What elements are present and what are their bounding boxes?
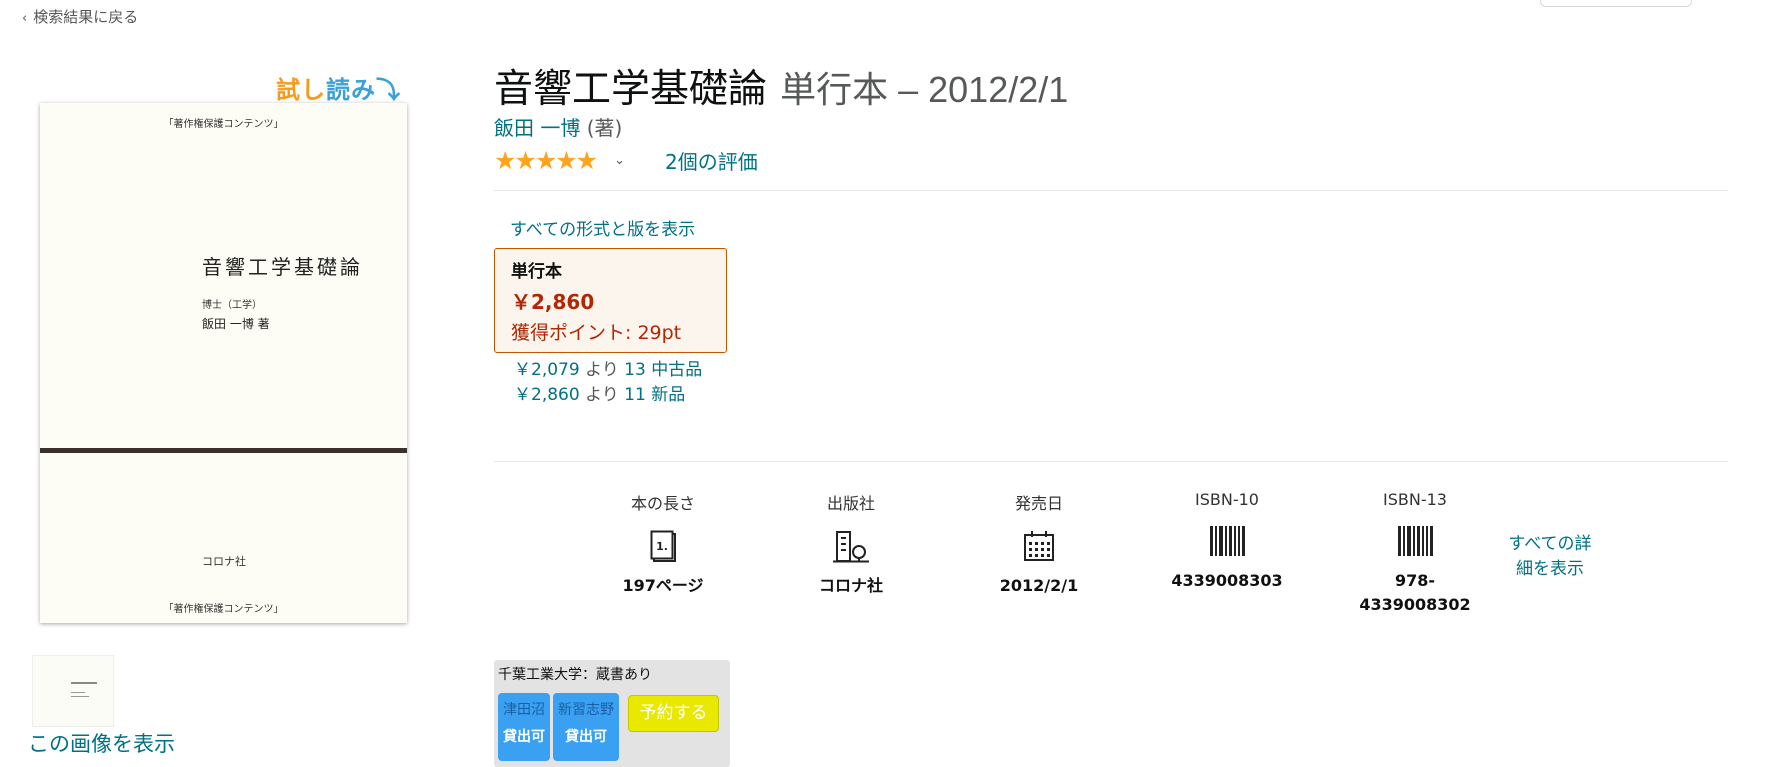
chevron-down-icon[interactable]: ⌄	[614, 153, 625, 168]
cover-title: 音響工学基礎論	[202, 255, 363, 279]
offer-new[interactable]: ￥2,860 より 11 新品	[514, 383, 702, 408]
offer-from: より	[585, 385, 619, 405]
detail-value: 197ページ	[622, 576, 704, 595]
divider	[494, 190, 1728, 191]
branch-name: 新習志野	[558, 702, 614, 718]
publisher-building-icon	[771, 528, 931, 564]
calendar-icon	[959, 528, 1119, 564]
detail-isbn13: ISBN-13 978- 4339008302	[1335, 490, 1495, 617]
see-all-line: 細を表示	[1516, 559, 1584, 579]
see-all-details-link[interactable]: すべての詳 細を表示	[1500, 532, 1600, 582]
cover-thumbnail[interactable]	[32, 655, 114, 727]
book-cover-image[interactable]: 「著作権保護コンテンツ」 音響工学基礎論 博士（工学） 飯田 一博 著 コロナ社…	[40, 103, 407, 623]
look-inside-part1: 試し	[276, 76, 326, 104]
rating-row: ★★★★★ ⌄ 2個の評価	[494, 146, 758, 175]
detail-label: 発売日	[1014, 494, 1063, 513]
detail-value: 4339008303	[1171, 571, 1283, 590]
thumbnail-mark	[71, 682, 97, 684]
svg-text:1.: 1.	[656, 540, 668, 553]
cover-bottom-text: 「著作権保護コンテンツ」	[163, 604, 284, 615]
reserve-button[interactable]: 予約する	[628, 695, 719, 732]
offer-price[interactable]: ￥2,860	[514, 385, 580, 405]
look-inside-arrow-icon: ⤵	[376, 76, 401, 104]
branch-name: 津田沼	[503, 702, 545, 718]
offer-price[interactable]: ￥2,079	[514, 360, 580, 380]
thumbnail-mark	[71, 696, 89, 697]
author-byline: 飯田 一博 (著)	[494, 112, 622, 141]
look-inside-part2: 読み	[326, 76, 376, 104]
top-right-dropdown[interactable]	[1540, 0, 1692, 7]
star-rating-icon[interactable]: ★★★★★	[494, 148, 598, 173]
chevron-left-icon: ‹	[22, 11, 28, 26]
detail-value-line: 978-	[1394, 571, 1436, 590]
offer-used[interactable]: ￥2,079 より 13 中古品	[514, 358, 702, 383]
thumbnail-mark	[71, 692, 85, 693]
page-count-icon: 1.	[583, 528, 743, 564]
cover-publisher: コロナ社	[202, 555, 246, 568]
all-formats-link[interactable]: すべての形式と版を表示	[510, 215, 695, 240]
offers-list: ￥2,079 より 13 中古品 ￥2,860 より 11 新品	[514, 358, 702, 408]
offer-from: より	[585, 360, 619, 380]
library-name: 千葉工業大学：蔵書あり	[498, 667, 652, 683]
cover-author: 飯田 一博 著	[202, 317, 270, 331]
product-title: 音響工学基礎論	[494, 68, 768, 111]
detail-value: 978- 4339008302	[1335, 569, 1495, 617]
format-option-selected[interactable]: 単行本 ￥2,860 獲得ポイント: 29pt	[494, 248, 727, 353]
library-branch-button[interactable]: 新習志野 貸出可	[553, 693, 619, 761]
product-binding-date: 単行本 – 2012/2/1	[780, 69, 1069, 110]
branch-status: 貸出可	[565, 729, 607, 745]
detail-value: 2012/2/1	[999, 576, 1079, 595]
detail-label: ISBN-10	[1195, 490, 1259, 509]
library-branch-button[interactable]: 津田沼 貸出可	[498, 693, 550, 761]
detail-value-line: 4339008302	[1359, 595, 1471, 614]
barcode-icon	[1335, 523, 1495, 559]
look-inside-badge[interactable]: 試し読み⤵	[276, 70, 401, 105]
offer-count[interactable]: 13 中古品	[624, 360, 702, 380]
back-to-results-label: 検索結果に戻る	[33, 8, 139, 26]
detail-value: コロナ社	[818, 576, 883, 595]
format-name: 単行本	[511, 262, 562, 282]
author-role: (著)	[586, 116, 623, 140]
detail-label: 出版社	[826, 494, 875, 513]
barcode-icon	[1147, 523, 1307, 559]
detail-release-date: 発売日 2012/2/1	[959, 490, 1119, 598]
cover-band	[40, 448, 407, 453]
view-image-link[interactable]: この画像を表示	[28, 728, 175, 758]
author-link[interactable]: 飯田 一博	[494, 116, 580, 140]
detail-isbn10: ISBN-10 4339008303	[1147, 490, 1307, 593]
back-to-results-link[interactable]: ‹ 検索結果に戻る	[22, 6, 138, 27]
product-title-row: 音響工学基礎論 単行本 – 2012/2/1	[494, 58, 1068, 114]
offer-count[interactable]: 11 新品	[624, 385, 685, 405]
cover-top-text: 「著作権保護コンテンツ」	[163, 119, 284, 130]
rating-count-link[interactable]: 2個の評価	[665, 146, 758, 175]
detail-page-count: 本の長さ 1. 197ページ	[583, 490, 743, 598]
see-all-line: すべての詳	[1508, 534, 1592, 554]
library-availability-panel: 千葉工業大学：蔵書あり 津田沼 貸出可 新習志野 貸出可 予約する	[494, 660, 730, 767]
detail-publisher: 出版社 コロナ社	[771, 490, 931, 598]
divider	[494, 461, 1728, 462]
branch-status: 貸出可	[503, 729, 545, 745]
detail-label: 本の長さ	[630, 494, 695, 513]
format-points: 獲得ポイント: 29pt	[511, 322, 682, 344]
detail-label: ISBN-13	[1383, 490, 1447, 509]
cover-degree: 博士（工学）	[202, 300, 262, 311]
format-price: ￥2,860	[511, 290, 595, 314]
